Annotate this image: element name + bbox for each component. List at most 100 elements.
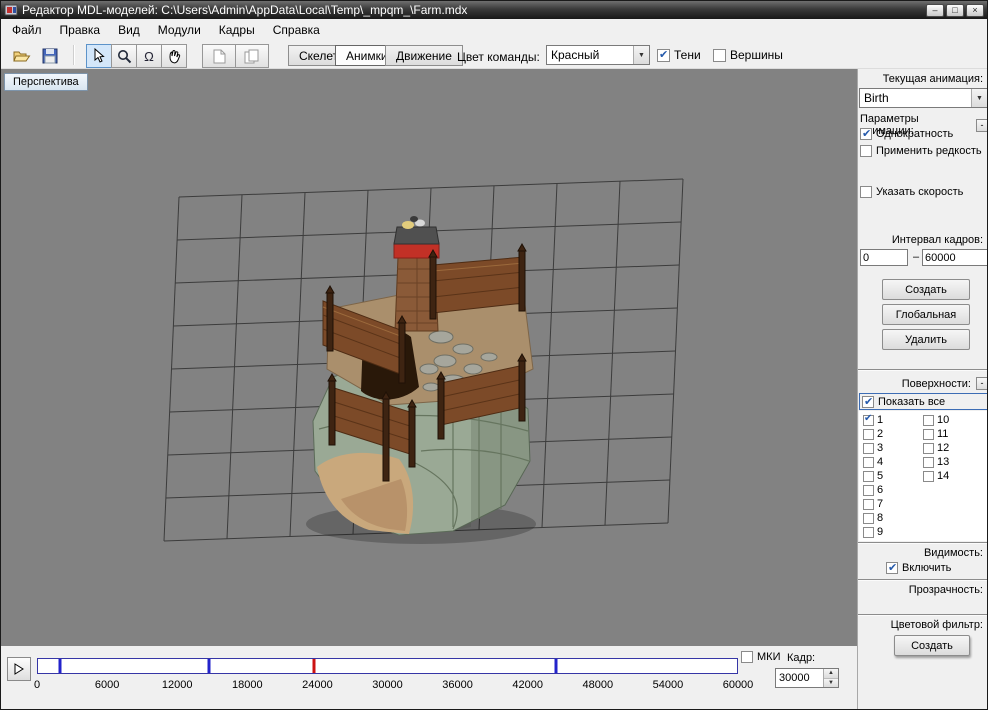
checkbox-box xyxy=(657,49,670,62)
copy-frame-button[interactable] xyxy=(202,44,236,68)
checkbox-box xyxy=(863,457,874,468)
surface-checkbox-9[interactable]: 9 xyxy=(863,525,883,539)
interval-start-input[interactable] xyxy=(860,249,908,266)
select-tool-button[interactable] xyxy=(86,44,112,68)
menu-edit[interactable]: Правка xyxy=(51,20,110,40)
team-color-value: Красный xyxy=(551,48,633,62)
tick-label: 48000 xyxy=(583,679,614,691)
tick-label: 30000 xyxy=(372,679,403,691)
app-window: Редактор MDL-моделей: C:\Users\Admin\App… xyxy=(0,0,988,710)
menu-file[interactable]: Файл xyxy=(3,20,51,40)
play-button[interactable] xyxy=(7,657,31,681)
surface-checkbox-8[interactable]: 8 xyxy=(863,511,883,525)
team-color-select[interactable]: Красный ▼ xyxy=(546,45,650,65)
params-more-button[interactable]: - xyxy=(976,119,988,132)
separator xyxy=(858,369,988,371)
surface-checkbox-2[interactable]: 2 xyxy=(863,427,883,441)
menu-modules[interactable]: Модули xyxy=(149,20,210,40)
viewport-canvas[interactable] xyxy=(1,69,857,646)
menu-frames[interactable]: Кадры xyxy=(210,20,264,40)
checkbox-box xyxy=(741,651,753,663)
speed-checkbox[interactable]: Указать скорость xyxy=(860,186,963,198)
nonlooping-checkbox[interactable]: Однократность xyxy=(860,128,953,140)
checkbox-box xyxy=(863,513,874,524)
surface-checkbox-3[interactable]: 3 xyxy=(863,441,883,455)
checkbox-box xyxy=(923,429,934,440)
checkbox-box xyxy=(713,49,726,62)
menubar: Файл Правка Вид Модули Кадры Справка xyxy=(1,19,987,41)
timeline-ruler[interactable] xyxy=(37,658,738,674)
surface-checkbox-13[interactable]: 13 xyxy=(923,455,949,469)
pan-tool-button[interactable] xyxy=(161,44,187,68)
timeline-marker[interactable] xyxy=(208,659,211,673)
minimize-button[interactable]: – xyxy=(926,4,944,17)
save-button[interactable] xyxy=(37,44,63,67)
farm-model xyxy=(306,216,536,544)
sidebar: Текущая анимация: Birth ▼ Параметры аним… xyxy=(857,69,988,710)
mki-checkbox[interactable]: МКИ xyxy=(741,651,780,663)
toolbar-separator xyxy=(73,45,74,65)
interval-separator: – xyxy=(913,251,919,263)
timeline-marker[interactable] xyxy=(59,659,62,673)
viewport[interactable]: Перспектива xyxy=(1,69,857,646)
current-animation-label: Текущая анимация: xyxy=(858,73,983,85)
surface-checkbox-5[interactable]: 5 xyxy=(863,469,883,483)
transparency-label: Прозрачность: xyxy=(858,584,983,596)
create-animation-button[interactable]: Создать xyxy=(882,279,970,300)
current-animation-select[interactable]: Birth ▼ xyxy=(859,88,988,108)
show-all-checkbox[interactable]: Показать все xyxy=(859,393,988,410)
rotate-tool-button[interactable]: Ω xyxy=(136,44,162,68)
timeline-marker[interactable] xyxy=(555,659,558,673)
window-title: Редактор MDL-моделей: C:\Users\Admin\App… xyxy=(22,3,922,17)
frame-interval-label: Интервал кадров: xyxy=(858,234,983,246)
mki-label: МКИ xyxy=(757,651,780,663)
shadows-checkbox[interactable]: Тени xyxy=(657,48,701,62)
checkbox-box xyxy=(863,499,874,510)
spinner-buttons: ▲ ▼ xyxy=(823,669,838,687)
create-filter-button[interactable]: Создать xyxy=(894,635,970,656)
maximize-button[interactable]: □ xyxy=(946,4,964,17)
rarity-checkbox[interactable]: Применить редкость xyxy=(860,145,982,157)
surfaces-more-button[interactable]: - xyxy=(976,377,988,390)
timeline-marker[interactable] xyxy=(313,659,316,673)
checkbox-box xyxy=(860,186,872,198)
menu-view[interactable]: Вид xyxy=(109,20,149,40)
frame-input[interactable] xyxy=(776,669,823,687)
tick-label: 6000 xyxy=(95,679,119,691)
chevron-down-icon: ▼ xyxy=(971,89,987,107)
menu-help[interactable]: Справка xyxy=(264,20,329,40)
surface-checkbox-4[interactable]: 4 xyxy=(863,455,883,469)
surface-checkbox-6[interactable]: 6 xyxy=(863,483,883,497)
enable-checkbox[interactable]: Включить xyxy=(886,562,951,574)
surface-checkbox-12[interactable]: 12 xyxy=(923,441,949,455)
chevron-down-icon: ▼ xyxy=(633,46,649,64)
paste-frame-button[interactable] xyxy=(235,44,269,68)
checkbox-box xyxy=(860,128,872,140)
tab-movement[interactable]: Движение xyxy=(385,45,463,66)
global-button[interactable]: Глобальная xyxy=(882,304,970,325)
zoom-tool-button[interactable] xyxy=(111,44,137,68)
spinner-up-button[interactable]: ▲ xyxy=(824,669,838,679)
timeline-ticks: 0600012000180002400030000360004200048000… xyxy=(37,679,738,693)
open-button[interactable] xyxy=(9,44,35,67)
close-button[interactable]: × xyxy=(966,4,984,17)
surface-checkbox-14[interactable]: 14 xyxy=(923,469,949,483)
delete-animation-button[interactable]: Удалить xyxy=(882,329,970,350)
surface-checkbox-11[interactable]: 11 xyxy=(923,427,949,441)
tick-label: 24000 xyxy=(302,679,333,691)
surface-checkbox-7[interactable]: 7 xyxy=(863,497,883,511)
checkbox-box xyxy=(886,562,898,574)
frame-label: Кадр: xyxy=(787,652,815,664)
visibility-label: Видимость: xyxy=(858,547,983,559)
surface-checkbox-1[interactable]: 1 xyxy=(863,413,883,427)
interval-end-input[interactable] xyxy=(922,249,988,266)
checkbox-box xyxy=(923,415,934,426)
vertices-checkbox[interactable]: Вершины xyxy=(713,48,783,62)
spinner-down-button[interactable]: ▼ xyxy=(824,679,838,688)
perspective-button[interactable]: Перспектива xyxy=(4,73,88,91)
frame-copy-group xyxy=(203,44,269,68)
show-all-label: Показать все xyxy=(878,396,945,408)
checkbox-box xyxy=(923,457,934,468)
tick-label: 18000 xyxy=(232,679,263,691)
surface-checkbox-10[interactable]: 10 xyxy=(923,413,949,427)
